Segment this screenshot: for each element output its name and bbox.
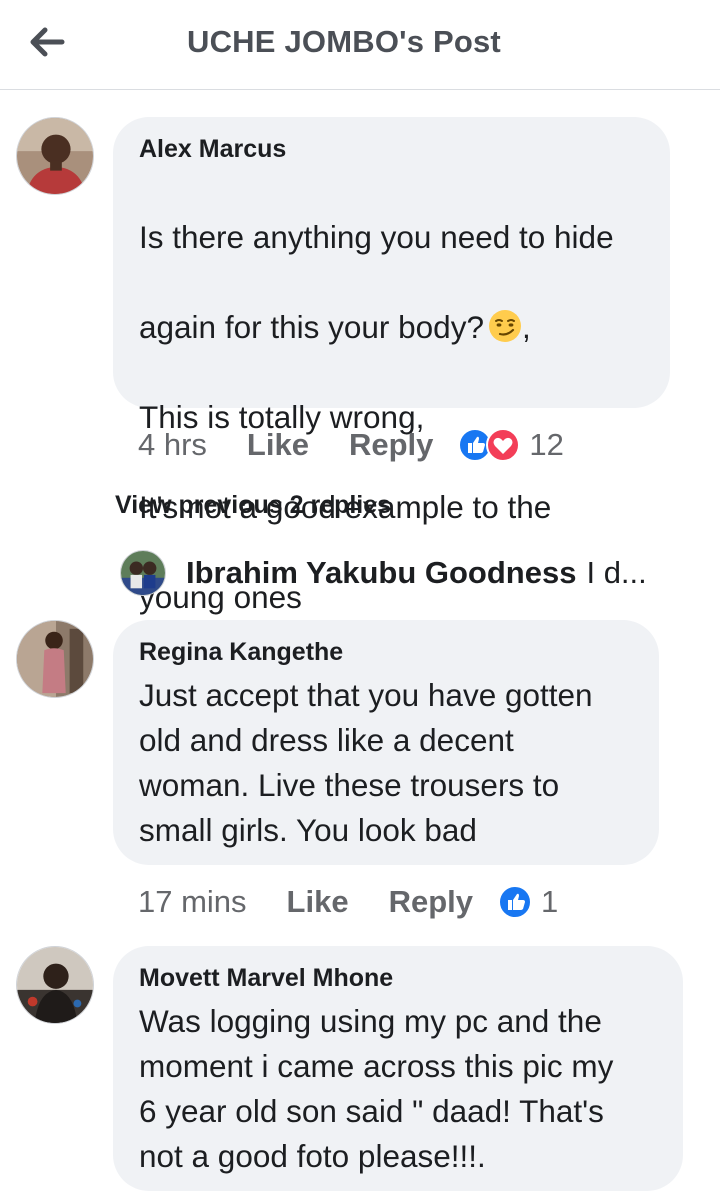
comment-author[interactable]: Alex Marcus	[139, 135, 286, 164]
top-app-bar: UCHE JOMBO's Post	[0, 0, 720, 90]
comment-timestamp[interactable]: 4 hrs	[138, 427, 207, 463]
avatar[interactable]	[16, 620, 94, 698]
comment-actions: 4 hrs Like Reply 12	[138, 424, 564, 466]
comment-timestamp[interactable]: 17 mins	[138, 884, 247, 920]
comment-bubble: Movett Marvel Mhone Was logging using my…	[113, 946, 683, 1191]
back-button[interactable]	[22, 20, 72, 64]
like-button[interactable]: Like	[287, 884, 349, 920]
comment-line-text: again for this your body?	[139, 309, 484, 345]
love-reaction-icon	[486, 428, 521, 462]
comment-text: Just accept that you have gotten old and…	[139, 677, 593, 848]
comment-line: again for this your body? ,	[139, 305, 644, 350]
reply-preview[interactable]: Ibrahim Yakubu Goodness I d...	[120, 548, 647, 598]
profile-photo	[17, 947, 93, 1023]
comment-bubble: Alex Marcus Is there anything you need t…	[113, 117, 670, 615]
avatar[interactable]	[120, 550, 166, 596]
arrow-left-icon	[30, 27, 65, 57]
comment-text: Was logging using my pc and the moment i…	[139, 1003, 614, 1174]
profile-photo	[17, 621, 93, 697]
profile-photo	[17, 118, 93, 194]
reaction-count[interactable]: 12	[529, 427, 563, 463]
comment-actions: 17 mins Like Reply 1	[138, 881, 558, 923]
reply-button[interactable]: Reply	[349, 427, 433, 463]
comment-bubble: Regina Kangethe Just accept that you hav…	[113, 620, 659, 865]
reply-button[interactable]: Reply	[389, 884, 473, 920]
like-reaction-icon	[498, 885, 532, 919]
comment-author[interactable]: Regina Kangethe	[139, 638, 343, 667]
profile-photo	[121, 551, 165, 595]
comment-line-punctuation: ,	[521, 309, 531, 345]
reply-snippet: I d...	[586, 555, 647, 590]
avatar[interactable]	[16, 946, 94, 1024]
reaction-summary[interactable]	[497, 884, 533, 920]
avatar[interactable]	[16, 117, 94, 195]
reply-author[interactable]: Ibrahim Yakubu Goodness	[186, 555, 576, 591]
comment-author[interactable]: Movett Marvel Mhone	[139, 964, 393, 993]
reaction-summary[interactable]	[457, 427, 521, 463]
comment-line: Is there anything you need to hide	[139, 219, 614, 255]
view-previous-replies-link[interactable]: View previous 2 replies	[115, 491, 391, 520]
reaction-count[interactable]: 1	[541, 884, 558, 920]
page-title: UCHE JOMBO's Post	[187, 24, 501, 59]
smirk-face-icon	[488, 310, 521, 342]
like-button[interactable]: Like	[247, 427, 309, 463]
